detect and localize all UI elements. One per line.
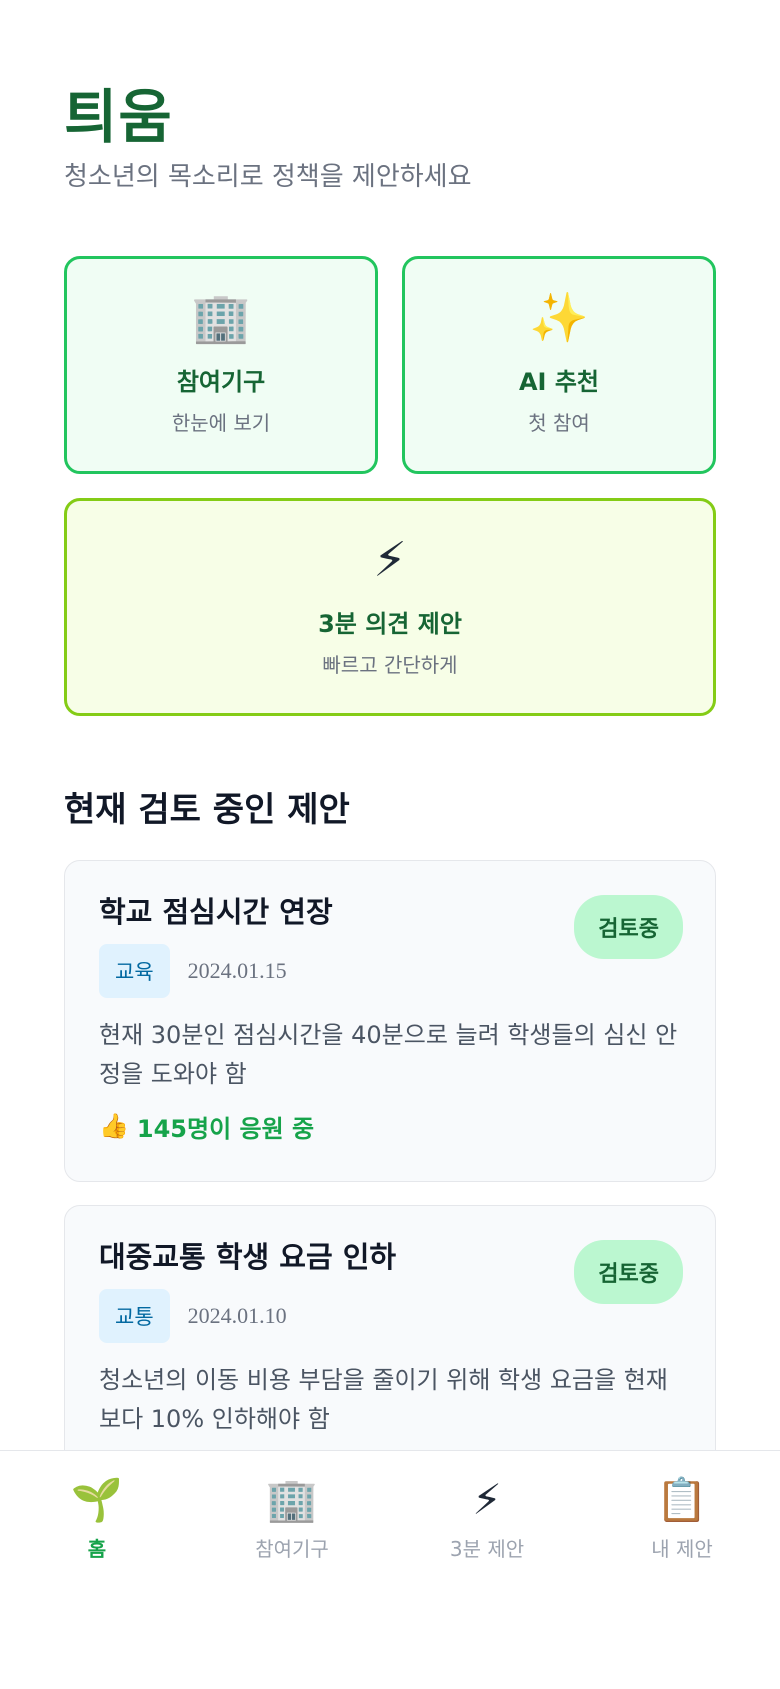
proposal-date: 2024.01.10 [187,1302,287,1328]
nav-item-my-proposals[interactable]: 📋 내 제안 [592,1479,772,1562]
section-title: 현재 검토 중인 제안 [64,790,350,830]
lightning-icon: ⚡ [472,1475,502,1524]
seedling-icon: 🌱 [70,1475,124,1524]
ai-recommend-card[interactable]: ✨ AI 추천 첫 참여 [402,256,716,474]
agencies-card[interactable]: 🏢 참여기구 한눈에 보기 [64,256,378,474]
sparkles-icon: ✨ [529,290,589,346]
bottom-nav: 🌱 홈 🏢 참여기구 ⚡ 3분 제안 📋 내 제안 [0,1450,780,1689]
proposal-date: 2024.01.15 [187,957,287,983]
nav-label: 홈 [87,1537,107,1561]
nav-item-home[interactable]: 🌱 홈 [7,1479,187,1562]
status-badge: 검토중 [574,1240,683,1304]
proposal-card[interactable]: 학교 점심시간 연장 검토중 교육 2024.01.15 현재 30분인 점심시… [64,860,716,1182]
quick-proposal-card[interactable]: ⚡ 3분 의견 제안 빠르고 간단하게 [64,498,716,716]
nav-label: 내 제안 [651,1537,713,1561]
agencies-card-subtitle: 한눈에 보기 [171,411,271,435]
ai-card-subtitle: 첫 참여 [528,411,590,435]
nav-item-agencies[interactable]: 🏢 참여기구 [202,1479,382,1562]
category-tag: 교통 [99,1288,170,1343]
proposal-description: 청소년의 이동 비용 부담을 줄이기 위해 학생 요금을 현재보다 10% 인하… [99,1365,668,1434]
quick-card-subtitle: 빠르고 간단하게 [322,653,458,677]
lightning-icon: ⚡ [373,532,407,588]
nav-label: 3분 제안 [449,1537,525,1561]
ai-card-title: AI 추천 [518,368,600,396]
building-icon: 🏢 [191,290,251,346]
agencies-card-title: 참여기구 [176,368,266,396]
status-badge: 검토중 [574,895,683,959]
app-subtitle: 청소년의 목소리로 정책을 제안하세요 [64,162,472,192]
building-icon: 🏢 [265,1475,319,1524]
thumbs-up-icon: 👍 [99,1112,129,1141]
proposal-description: 현재 30분인 점심시간을 40분으로 늘려 학생들의 심신 안정을 도와야 함 [99,1020,678,1089]
support-count: 👍 145명이 응원 중 [99,1109,683,1144]
app-title: 틔움 [64,83,173,151]
support-text: 145명이 응원 중 [136,1114,315,1143]
nav-label: 참여기구 [255,1537,329,1561]
category-tag: 교육 [99,943,170,998]
quick-card-title: 3분 의견 제안 [318,610,462,638]
clipboard-icon: 📋 [655,1475,709,1524]
nav-item-quick-proposal[interactable]: ⚡ 3분 제안 [397,1479,577,1562]
